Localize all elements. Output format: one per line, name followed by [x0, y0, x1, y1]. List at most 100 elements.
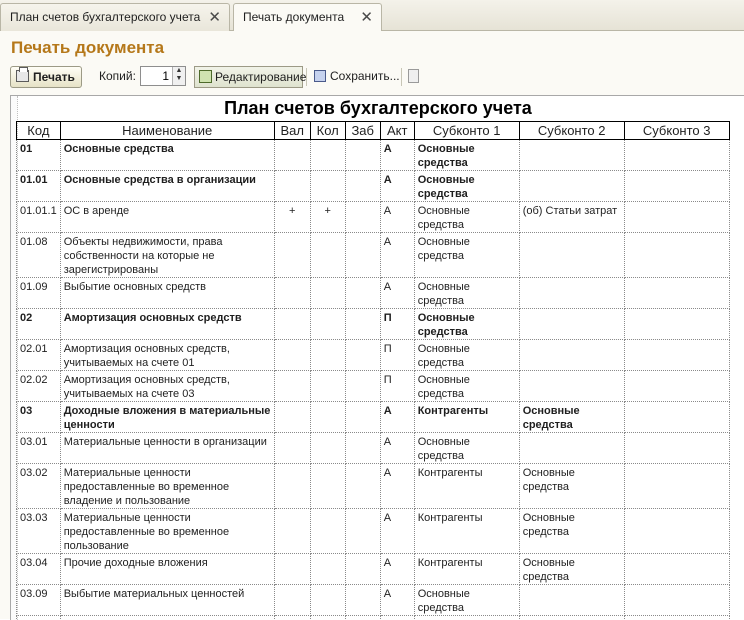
- cell-name[interactable]: Основные средства в организации: [60, 171, 274, 202]
- cell-s2[interactable]: Основные средства: [519, 554, 624, 585]
- table-row[interactable]: 03Доходные вложения в материальные ценно…: [17, 402, 730, 433]
- cell-val[interactable]: [274, 585, 310, 616]
- cell-val[interactable]: [274, 309, 310, 340]
- cell-kol[interactable]: +: [310, 202, 345, 233]
- cell-s1[interactable]: Основные средства: [414, 202, 519, 233]
- cell-kol[interactable]: [310, 402, 345, 433]
- cell-s3[interactable]: [624, 464, 729, 509]
- cell-name[interactable]: Прочие доходные вложения: [60, 554, 274, 585]
- cell-s2[interactable]: [519, 140, 624, 171]
- cell-s2[interactable]: [519, 171, 624, 202]
- table-row[interactable]: 01.01Основные средства в организацииАОсн…: [17, 171, 730, 202]
- cell-zab[interactable]: [345, 340, 380, 371]
- save-button[interactable]: Сохранить...: [312, 66, 398, 88]
- cell-kol[interactable]: [310, 233, 345, 278]
- table-row[interactable]: 04Нематериальные активыАНематериальные а…: [17, 616, 730, 620]
- cell-s2[interactable]: [519, 309, 624, 340]
- cell-akt[interactable]: А: [380, 171, 414, 202]
- cell-s1[interactable]: Контрагенты: [414, 509, 519, 554]
- cell-zab[interactable]: [345, 554, 380, 585]
- cell-akt[interactable]: А: [380, 509, 414, 554]
- cell-name[interactable]: Амортизация основных средств, учитываемы…: [60, 340, 274, 371]
- cell-code[interactable]: 01: [17, 140, 61, 171]
- cell-zab[interactable]: [345, 464, 380, 509]
- table-row[interactable]: 03.09Выбытие материальных ценностейАОсно…: [17, 585, 730, 616]
- cell-s3[interactable]: [624, 171, 729, 202]
- cell-code[interactable]: 03.03: [17, 509, 61, 554]
- cell-s3[interactable]: [624, 585, 729, 616]
- cell-code[interactable]: 03: [17, 402, 61, 433]
- cell-s1[interactable]: Контрагенты: [414, 554, 519, 585]
- cell-s3[interactable]: [624, 278, 729, 309]
- cell-name[interactable]: Выбытие основных средств: [60, 278, 274, 309]
- cell-s1[interactable]: Основные средства: [414, 433, 519, 464]
- cell-code[interactable]: 01.08: [17, 233, 61, 278]
- cell-s1[interactable]: Основные средства: [414, 140, 519, 171]
- cell-val[interactable]: [274, 171, 310, 202]
- cell-code[interactable]: 01.01.1: [17, 202, 61, 233]
- cell-zab[interactable]: [345, 616, 380, 620]
- cell-s3[interactable]: [624, 340, 729, 371]
- cell-akt[interactable]: П: [380, 371, 414, 402]
- table-row[interactable]: 02.01Амортизация основных средств, учиты…: [17, 340, 730, 371]
- table-row[interactable]: 02.02Амортизация основных средств, учиты…: [17, 371, 730, 402]
- cell-name[interactable]: Нематериальные активы: [60, 616, 274, 620]
- cell-val[interactable]: [274, 402, 310, 433]
- cell-val[interactable]: [274, 140, 310, 171]
- cell-s1[interactable]: Основные средства: [414, 309, 519, 340]
- cell-s2[interactable]: [519, 371, 624, 402]
- close-icon[interactable]: ✕: [360, 4, 373, 30]
- cell-akt[interactable]: П: [380, 340, 414, 371]
- cell-s2[interactable]: [519, 340, 624, 371]
- preview-button[interactable]: [406, 66, 424, 88]
- table-row[interactable]: 03.02Материальные ценности предоставленн…: [17, 464, 730, 509]
- cell-s2[interactable]: [519, 585, 624, 616]
- cell-zab[interactable]: [345, 233, 380, 278]
- cell-akt[interactable]: А: [380, 433, 414, 464]
- cell-akt[interactable]: А: [380, 233, 414, 278]
- cell-s3[interactable]: [624, 140, 729, 171]
- tab-print-document[interactable]: Печать документа ✕: [233, 3, 382, 32]
- cell-s1[interactable]: Основные средства: [414, 233, 519, 278]
- tab-chart-of-accounts[interactable]: План счетов бухгалтерского учета ✕: [0, 3, 230, 31]
- cell-code[interactable]: 02.01: [17, 340, 61, 371]
- cell-kol[interactable]: [310, 309, 345, 340]
- cell-name[interactable]: Амортизация основных средств, учитываемы…: [60, 371, 274, 402]
- cell-akt[interactable]: А: [380, 202, 414, 233]
- cell-code[interactable]: 03.01: [17, 433, 61, 464]
- cell-s2[interactable]: Основные средства: [519, 509, 624, 554]
- cell-val[interactable]: [274, 464, 310, 509]
- table-row[interactable]: 01.01.1ОС в аренде++АОсновные средства(о…: [17, 202, 730, 233]
- cell-kol[interactable]: [310, 371, 345, 402]
- cell-s2[interactable]: [519, 233, 624, 278]
- cell-s3[interactable]: [624, 202, 729, 233]
- cell-kol[interactable]: [310, 509, 345, 554]
- cell-s2[interactable]: [519, 616, 624, 620]
- cell-s3[interactable]: [624, 433, 729, 464]
- table-row[interactable]: 01Основные средстваАОсновные средства: [17, 140, 730, 171]
- cell-kol[interactable]: [310, 171, 345, 202]
- cell-zab[interactable]: [345, 171, 380, 202]
- cell-zab[interactable]: [345, 402, 380, 433]
- cell-code[interactable]: 02.02: [17, 371, 61, 402]
- cell-s1[interactable]: Основные средства: [414, 171, 519, 202]
- cell-s1[interactable]: Нематериальные активы: [414, 616, 519, 620]
- cell-zab[interactable]: [345, 309, 380, 340]
- cell-name[interactable]: Доходные вложения в материальные ценност…: [60, 402, 274, 433]
- cell-akt[interactable]: П: [380, 309, 414, 340]
- cell-zab[interactable]: [345, 140, 380, 171]
- table-row[interactable]: 01.09Выбытие основных средствАОсновные с…: [17, 278, 730, 309]
- cell-kol[interactable]: [310, 585, 345, 616]
- cell-s3[interactable]: [624, 309, 729, 340]
- cell-zab[interactable]: [345, 278, 380, 309]
- cell-zab[interactable]: [345, 509, 380, 554]
- cell-akt[interactable]: А: [380, 464, 414, 509]
- cell-s3[interactable]: [624, 233, 729, 278]
- table-row[interactable]: 01.08Объекты недвижимости, права собстве…: [17, 233, 730, 278]
- cell-val[interactable]: [274, 433, 310, 464]
- cell-val[interactable]: [274, 340, 310, 371]
- cell-code[interactable]: 03.09: [17, 585, 61, 616]
- cell-s2[interactable]: Основные средства: [519, 402, 624, 433]
- cell-kol[interactable]: [310, 278, 345, 309]
- cell-kol[interactable]: [310, 433, 345, 464]
